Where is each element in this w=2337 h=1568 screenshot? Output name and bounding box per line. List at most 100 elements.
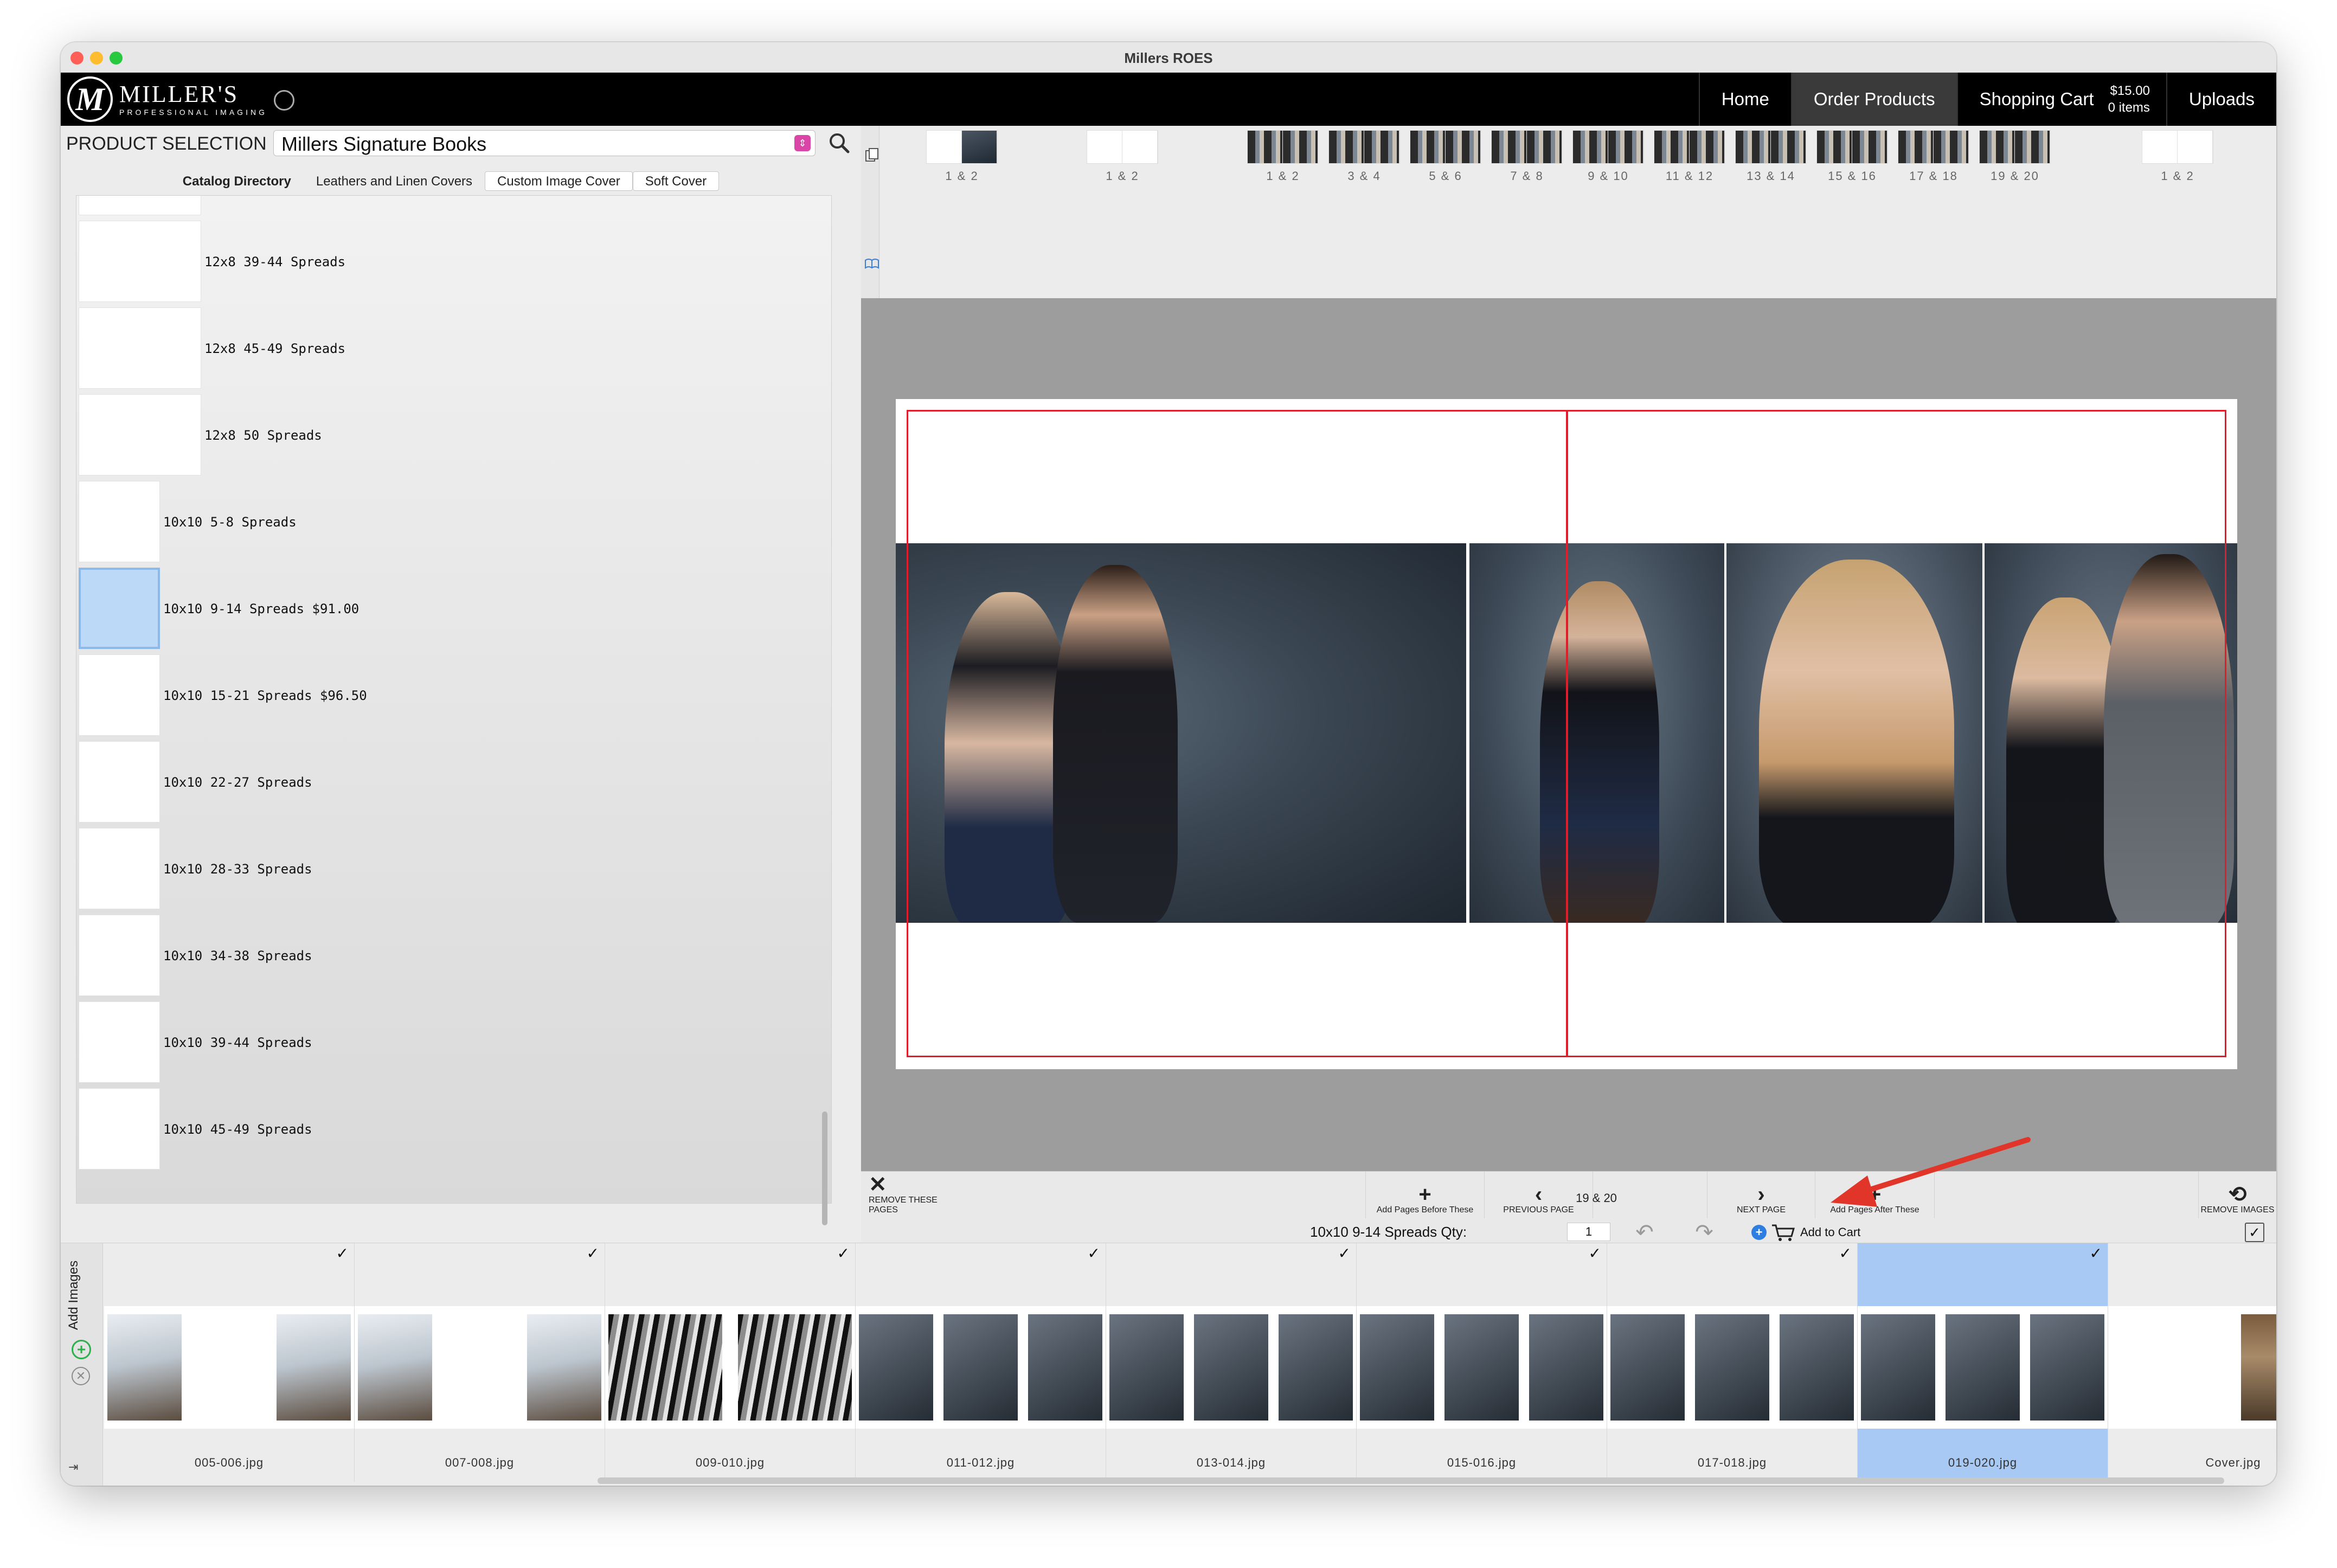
cart-icon <box>1772 1224 1795 1241</box>
tray-image-preview <box>605 1306 855 1429</box>
page-strip-item[interactable]: 17 & 18 <box>1896 130 1972 183</box>
redo-icon[interactable]: ↷ <box>1680 1222 1729 1243</box>
product-label: 10x10 9-14 Spreads $91.00 <box>163 601 359 616</box>
product-list-item[interactable]: 10x10 9-14 Spreads $91.00 <box>76 568 831 654</box>
tab-catalog-directory[interactable]: Catalog Directory <box>170 171 304 191</box>
page-strip-label: 9 & 10 <box>1588 169 1629 183</box>
tray-image-item[interactable]: ✓ 005-006.jpg <box>104 1243 355 1482</box>
main-nav: Home Order Products Shopping Cart $15.00… <box>1698 73 2276 126</box>
page-strip-item[interactable]: 7 & 8 <box>1489 130 1565 183</box>
spread-photo-woman-portrait[interactable] <box>1726 543 1982 923</box>
book-spread[interactable] <box>896 399 2237 1069</box>
product-thumbnail <box>79 654 160 736</box>
page-thumbnail <box>1410 130 1481 164</box>
page-thumbnail <box>1816 130 1888 164</box>
page-strip-item[interactable]: 9 & 10 <box>1570 130 1646 183</box>
tray-image-preview <box>856 1306 1106 1429</box>
add-circle-icon: + <box>1751 1225 1767 1240</box>
product-list-item[interactable]: 12x8 34-38 Spreads <box>76 196 831 221</box>
page-strip-item[interactable]: 5 & 6 <box>1408 130 1484 183</box>
product-list-item[interactable]: 10x10 34-38 Spreads <box>76 915 831 1001</box>
page-strip-item[interactable]: 1 & 2 <box>924 130 1000 183</box>
cart-items-count: 0 items <box>2108 100 2150 115</box>
tray-scrollbar[interactable] <box>598 1477 2224 1484</box>
pages-icon[interactable] <box>864 147 879 163</box>
spread-photo-couple-embrace[interactable] <box>1985 543 2237 923</box>
page-strip-item[interactable]: 19 & 20 <box>1977 130 2053 183</box>
product-label: 10x10 39-44 Spreads <box>163 1035 312 1050</box>
refresh-icon: ⟲ <box>2228 1183 2247 1206</box>
tray-image-filename: Cover.jpg <box>2205 1456 2261 1469</box>
add-to-cart-button[interactable]: + Add to Cart <box>1751 1223 1860 1242</box>
tray-image-item[interactable]: ✓ 017-018.jpg <box>1607 1243 1858 1482</box>
page-strip-item[interactable]: 3 & 4 <box>1326 130 1402 183</box>
page-strip-item[interactable]: 15 & 16 <box>1814 130 1890 183</box>
tray-image-preview <box>355 1306 605 1429</box>
product-line-select[interactable]: Millers Signature Books ⇕ <box>273 130 816 156</box>
tray-image-preview <box>1106 1306 1356 1429</box>
page-strip-label: 19 & 20 <box>1991 169 2039 183</box>
add-pages-after-button[interactable]: + Add Pages After These <box>1815 1172 1935 1218</box>
product-list-scrollbar[interactable] <box>818 195 831 1225</box>
page-thumbnail <box>926 130 998 164</box>
product-label: 10x10 45-49 Spreads <box>163 1122 312 1137</box>
remove-images-button[interactable]: ⟲ REMOVE IMAGES <box>2198 1172 2276 1218</box>
tray-image-item[interactable]: ✓ 011-012.jpg <box>856 1243 1106 1482</box>
page-strip-item[interactable]: 1 & 2 <box>1084 130 1160 183</box>
add-pages-before-button[interactable]: + Add Pages Before These <box>1365 1172 1485 1218</box>
tray-image-filename: 009-010.jpg <box>695 1456 765 1469</box>
plus-icon: + <box>1418 1183 1431 1206</box>
remove-image-icon[interactable]: ✕ <box>72 1367 90 1385</box>
quantity-input[interactable]: 1 <box>1567 1223 1610 1241</box>
product-list-item[interactable]: 10x10 28-33 Spreads <box>76 828 831 915</box>
check-icon: ✓ <box>1839 1245 1852 1262</box>
nav-uploads[interactable]: Uploads <box>2166 73 2276 126</box>
product-list-item[interactable]: 10x10 22-27 Spreads <box>76 741 831 828</box>
tray-image-item[interactable]: ✓ 009-010.jpg <box>605 1243 856 1482</box>
product-list-item[interactable]: 10x10 5-8 Spreads <box>76 481 831 568</box>
tray-image-item[interactable]: ✓ 007-008.jpg <box>355 1243 605 1482</box>
product-list-item[interactable]: 12x8 39-44 Spreads <box>76 221 831 307</box>
nav-shopping-cart[interactable]: Shopping Cart $15.00 0 items <box>1956 73 2166 126</box>
page-strip-item[interactable]: 1 & 2 <box>1245 130 1321 183</box>
checklist-icon[interactable]: ✓ <box>2245 1223 2264 1242</box>
undo-icon[interactable]: ↶ <box>1620 1222 1669 1243</box>
tray-image-item[interactable]: ✓ 013-014.jpg <box>1106 1243 1357 1482</box>
tray-image-filename: 015-016.jpg <box>1447 1456 1517 1469</box>
tray-toggle-icon[interactable]: ⇥ <box>68 1460 90 1476</box>
tab-soft-cover[interactable]: Soft Cover <box>632 171 720 191</box>
current-pages-indicator: 19 & 20 <box>1576 1191 1617 1205</box>
spread-photo-woman-seated[interactable] <box>1469 543 1724 923</box>
product-thumbnail <box>79 481 160 562</box>
page-toolbar: ✕ REMOVE THESE PAGES + Add Pages Before … <box>861 1171 2276 1243</box>
tray-image-item[interactable]: ✓ 015-016.jpg <box>1357 1243 1607 1482</box>
next-page-button[interactable]: › NEXT PAGE <box>1707 1172 1815 1218</box>
tab-custom-image-cover[interactable]: Custom Image Cover <box>485 171 633 191</box>
product-list-item[interactable]: 12x8 50 Spreads <box>76 394 831 481</box>
page-strip-item[interactable]: 13 & 14 <box>1733 130 1809 183</box>
page-thumbnail <box>1572 130 1644 164</box>
spread-photo-couple[interactable] <box>896 543 1466 923</box>
tab-leathers-and-linen-covers[interactable]: Leathers and Linen Covers <box>304 171 485 191</box>
page-strip-item[interactable]: 11 & 12 <box>1652 130 1728 183</box>
page-strip-label: 15 & 16 <box>1828 169 1877 183</box>
tray-image-filename: 017-018.jpg <box>1697 1456 1767 1469</box>
product-list-item[interactable]: 10x10 45-49 Spreads <box>76 1088 831 1175</box>
tray-image-item[interactable]: ✓Cover.jpg <box>2108 1243 2276 1482</box>
page-strip-item[interactable]: 1 & 2 <box>2140 130 2216 183</box>
nav-order-products[interactable]: Order Products <box>1790 73 1957 126</box>
product-list-item[interactable]: 10x10 39-44 Spreads <box>76 1001 831 1088</box>
check-icon: ✓ <box>1338 1245 1351 1262</box>
scroll-thumb[interactable] <box>822 1111 827 1225</box>
add-images-plus-icon[interactable]: + <box>72 1340 91 1359</box>
search-icon[interactable] <box>825 130 853 156</box>
add-to-cart-label: Add to Cart <box>1800 1225 1861 1239</box>
product-list-item[interactable]: 10x10 15-21 Spreads $96.50 <box>76 654 831 741</box>
book-view-icon[interactable] <box>864 256 879 271</box>
tray-image-item[interactable]: ✓ 019-020.jpg <box>1858 1243 2108 1482</box>
tray-image-preview <box>2108 1306 2276 1429</box>
nav-home[interactable]: Home <box>1698 73 1791 126</box>
product-list-item[interactable]: 12x8 45-49 Spreads <box>76 307 831 394</box>
remove-these-pages-button[interactable]: ✕ REMOVE THESE PAGES <box>861 1172 948 1218</box>
product-label: 10x10 5-8 Spreads <box>163 515 297 530</box>
